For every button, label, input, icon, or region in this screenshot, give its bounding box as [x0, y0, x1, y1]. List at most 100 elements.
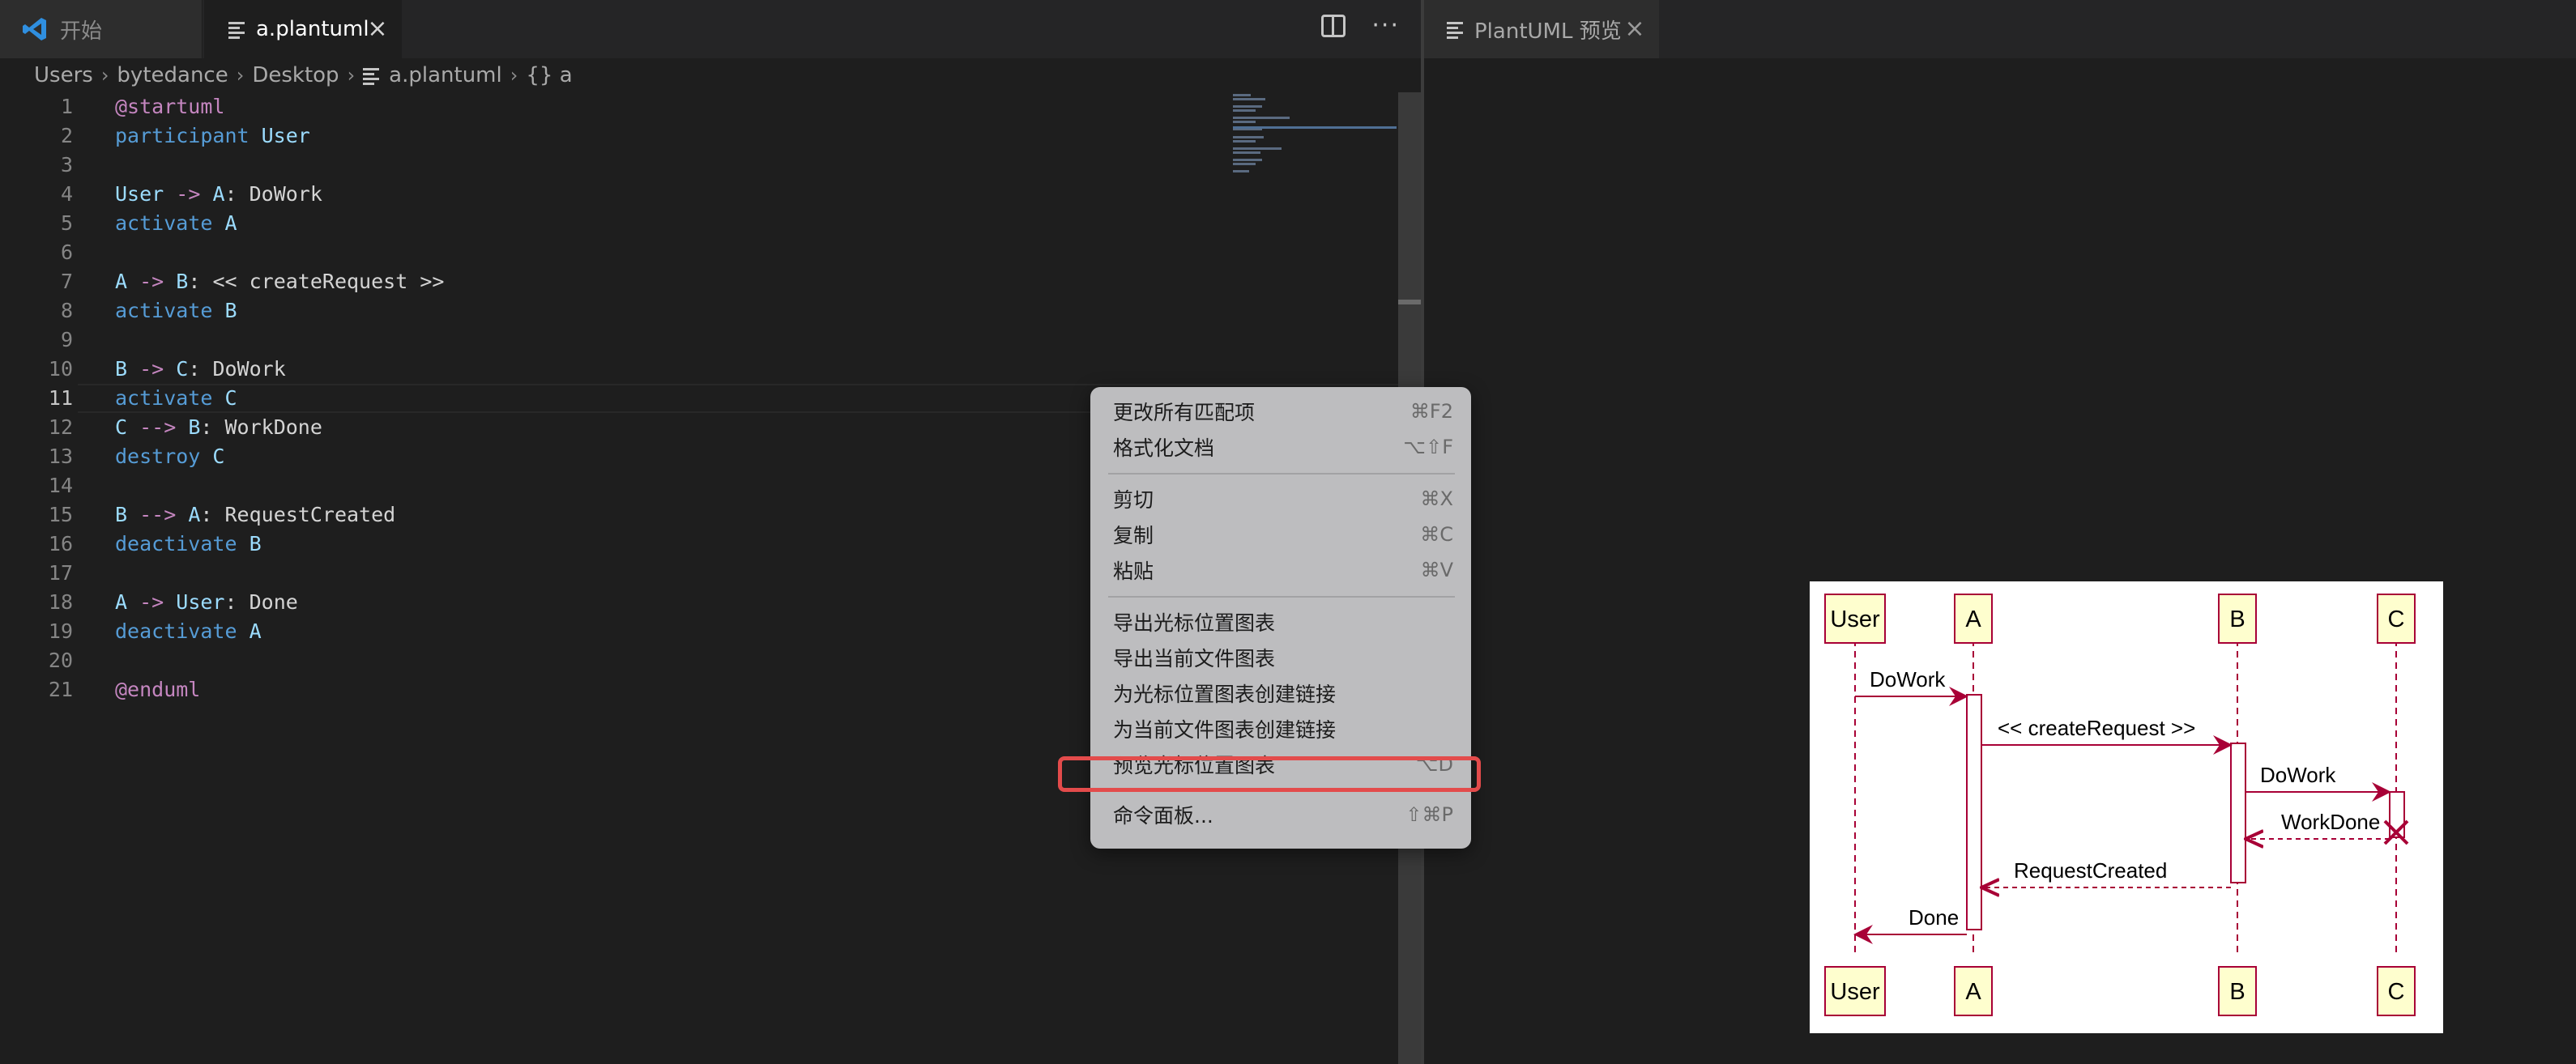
code-token: : << createRequest >> — [188, 270, 445, 293]
menu-item-shortcut: ⌘V — [1420, 559, 1453, 581]
code-token: -> — [127, 590, 177, 614]
code-token: participant — [115, 124, 262, 147]
menu-item[interactable]: 剪切 ⌘X — [1113, 481, 1453, 517]
tab-plantuml-preview[interactable]: PlantUML 预览 × — [1424, 0, 1659, 58]
code-token: --> — [127, 503, 189, 526]
editor-tab-bar: 开始 a.plantuml × ··· — [0, 0, 1421, 58]
menu-item-label: 为当前文件图表创建链接 — [1113, 718, 1337, 742]
menu-item[interactable]: 导出当前文件图表 — [1113, 640, 1453, 675]
code-token: C — [224, 386, 237, 410]
code-line[interactable]: A -> B: << createRequest >> — [115, 267, 1379, 296]
menu-item[interactable]: 格式化文档 ⌥⇧F — [1113, 429, 1453, 465]
menu-item[interactable]: 为光标位置图表创建链接 — [1113, 675, 1453, 711]
code-line[interactable] — [115, 326, 1379, 355]
split-editor-icon[interactable] — [1321, 15, 1346, 37]
code-line[interactable]: participant User — [115, 121, 1379, 151]
highlight-annotation-box — [1058, 756, 1481, 792]
tab-start[interactable]: 开始 — [0, 0, 203, 58]
chevron-right-icon: › — [100, 64, 109, 87]
menu-item[interactable]: 复制 ⌘C — [1113, 517, 1453, 552]
line-number: 3 — [60, 153, 73, 177]
code-token: B — [188, 415, 201, 439]
code-token: A — [212, 182, 225, 206]
tab-label: a.plantuml — [256, 17, 369, 41]
minimap[interactable] — [1233, 92, 1397, 173]
code-token: C — [115, 415, 128, 439]
code-line[interactable]: B -> C: DoWork — [115, 355, 1379, 384]
code-token: --> — [127, 415, 189, 439]
menu-item[interactable]: 导出光标位置图表 — [1113, 604, 1453, 640]
code-token: A — [249, 619, 262, 643]
line-number: 21 — [48, 678, 73, 701]
menu-item-label: 导出当前文件图表 — [1113, 647, 1276, 670]
code-line[interactable]: @startuml — [115, 92, 1379, 121]
code-token: User — [261, 124, 310, 147]
breadcrumb: Users › bytedance › Desktop › a.plantuml › {… — [34, 62, 573, 89]
menu-separator — [1108, 596, 1455, 598]
code-token: destroy — [115, 445, 213, 468]
code-token: activate — [115, 386, 225, 410]
vscode-icon — [23, 18, 46, 40]
line-number-current: 11 — [48, 386, 73, 410]
activation-bar — [1966, 694, 1982, 930]
code-token: @enduml — [115, 678, 201, 701]
line-number: 17 — [48, 561, 73, 585]
message-label: WorkDone — [2281, 810, 2380, 834]
code-token: deactivate — [115, 532, 249, 555]
participant-label: B — [2229, 606, 2245, 632]
line-number: 9 — [60, 328, 73, 351]
code-token: B — [176, 270, 189, 293]
tab-label: PlantUML 预览 — [1474, 19, 1622, 44]
tab-label: 开始 — [60, 19, 103, 44]
breadcrumb-item[interactable]: a.plantuml — [389, 63, 502, 87]
code-token: : DoWork — [188, 357, 286, 381]
menu-item[interactable]: 命令面板... ⇧⌘P — [1113, 797, 1453, 832]
code-token: B — [224, 299, 237, 322]
line-number: 14 — [48, 474, 73, 497]
line-number: 20 — [48, 649, 73, 672]
menu-item-label: 格式化文档 — [1113, 436, 1215, 460]
close-icon[interactable]: × — [366, 17, 389, 41]
code-token: C — [212, 445, 225, 468]
code-token: User — [115, 182, 164, 206]
more-actions-icon[interactable]: ··· — [1371, 14, 1400, 38]
menu-item-shortcut: ⌘C — [1420, 523, 1453, 546]
code-token: C — [176, 357, 189, 381]
line-number: 2 — [60, 124, 73, 147]
code-token: : Done — [224, 590, 298, 614]
participant-label: C — [2388, 979, 2405, 1005]
breadcrumb-item[interactable]: Users — [34, 63, 93, 87]
menu-item-shortcut: ⌘F2 — [1410, 400, 1453, 423]
code-line[interactable]: activate A — [115, 209, 1379, 238]
code-token: A — [188, 503, 201, 526]
chevron-right-icon: › — [347, 64, 356, 87]
menu-item[interactable]: 为当前文件图表创建链接 — [1113, 711, 1453, 747]
code-token: A — [224, 211, 237, 235]
sequence-diagram: User A B C User A B C DoWork << createRequest >> D… — [1810, 581, 2443, 1033]
preview-tab-bar: PlantUML 预览 × — [1424, 0, 2576, 58]
editor-actions: ··· — [1321, 14, 1400, 38]
breadcrumb-item[interactable]: Desktop — [252, 63, 339, 87]
menu-item[interactable]: 更改所有匹配项 ⌘F2 — [1113, 394, 1453, 429]
code-line[interactable]: activate B — [115, 296, 1379, 326]
breadcrumb-item[interactable]: bytedance — [117, 63, 228, 87]
code-line[interactable] — [115, 151, 1379, 180]
code-token: : RequestCreated — [200, 503, 396, 526]
close-icon[interactable]: × — [1623, 17, 1646, 41]
menu-item-label: 更改所有匹配项 — [1113, 401, 1256, 424]
line-number: 13 — [48, 445, 73, 468]
tab-a-plantuml[interactable]: a.plantuml × — [204, 0, 402, 58]
menu-item-shortcut: ⇧⌘P — [1405, 803, 1453, 826]
breadcrumb-item[interactable]: {} a — [526, 63, 572, 87]
menu-item[interactable]: 粘贴 ⌘V — [1113, 552, 1453, 588]
chevron-right-icon: › — [236, 64, 245, 87]
participant-label: A — [1965, 606, 1981, 632]
code-token: : WorkDone — [200, 415, 322, 439]
chevron-right-icon: › — [510, 64, 518, 87]
code-line[interactable]: User -> A: DoWork — [115, 180, 1379, 209]
code-token: @startuml — [115, 95, 225, 118]
line-number: 16 — [48, 532, 73, 555]
code-token: activate — [115, 299, 225, 322]
code-token: B — [249, 532, 262, 555]
code-line[interactable] — [115, 238, 1379, 267]
